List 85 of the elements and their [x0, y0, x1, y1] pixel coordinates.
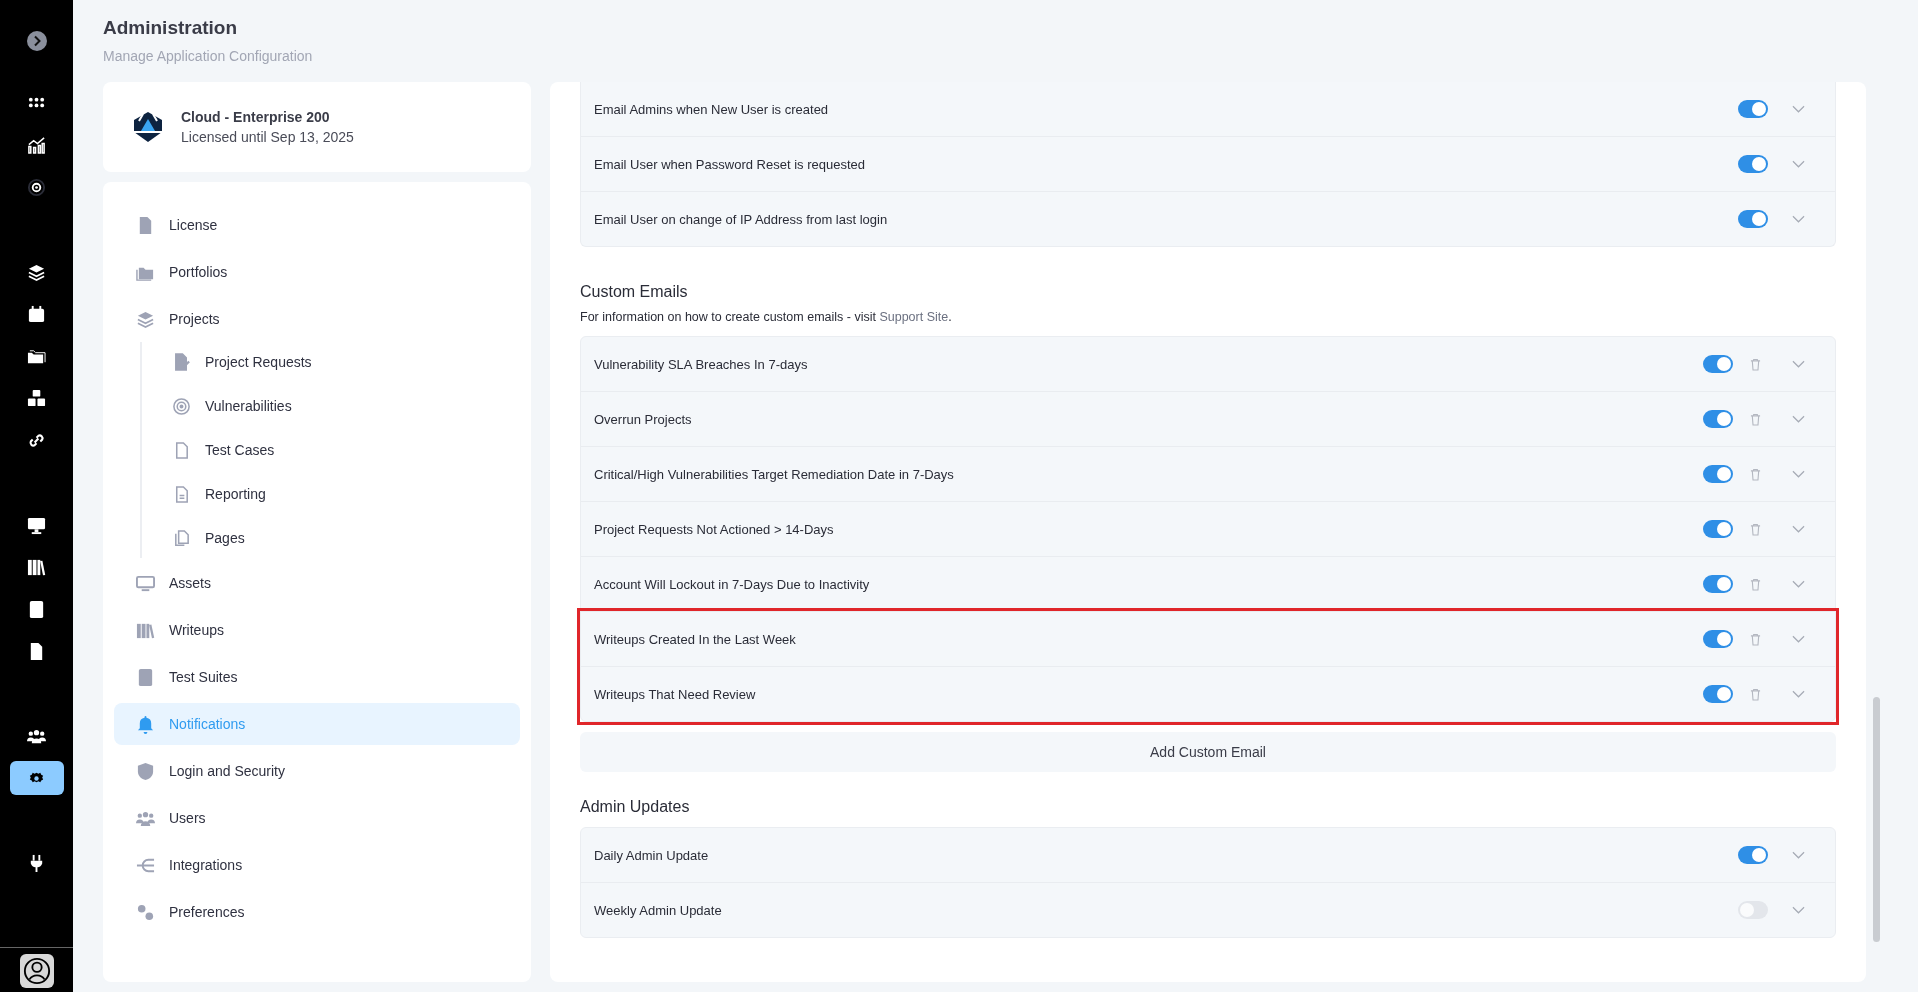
setting-label: Email User on change of IP Address from last login [594, 211, 889, 227]
nav-subitem[interactable]: Reporting [156, 474, 520, 514]
trash-icon[interactable] [1750, 522, 1761, 536]
nav-item[interactable]: Users [114, 797, 520, 839]
setting-label: Daily Admin Update [594, 847, 710, 863]
toggle-switch[interactable] [1738, 846, 1768, 864]
chevron-down-icon[interactable] [1792, 215, 1805, 223]
chart-icon[interactable] [27, 135, 46, 155]
nav-subitem[interactable]: Test Cases [156, 430, 520, 470]
setting-label: Weekly Admin Update [594, 902, 723, 918]
custom-email-label: Account Will Lockout in 7-Days Due to Inactivity [594, 576, 871, 592]
toggle-switch[interactable] [1703, 520, 1733, 538]
bell-icon [136, 714, 155, 734]
custom-email-label: Overrun Projects [594, 411, 693, 427]
nav-item[interactable]: Portfolios [114, 251, 520, 293]
selected-rail-button[interactable] [9, 761, 64, 795]
nav-subitem[interactable]: Project Requests [156, 342, 520, 382]
custom-email-label: Project Requests Not Actioned > 14-Days [594, 521, 835, 537]
license-plan: Cloud - Enterprise 200 [181, 109, 331, 125]
license-expiry: Licensed until Sep 13, 2025 [181, 129, 354, 145]
chevron-down-icon[interactable] [1792, 580, 1805, 588]
nav-item[interactable]: Projects [114, 298, 520, 340]
nav-item[interactable]: Assets [114, 562, 520, 604]
nav-item[interactable]: Preferences [114, 891, 520, 933]
nav-item[interactable]: License [114, 204, 520, 246]
chevron-down-icon[interactable] [1792, 635, 1805, 643]
trash-icon[interactable] [1750, 687, 1761, 701]
trash-icon[interactable] [1750, 632, 1761, 646]
section-title: Custom Emails [580, 283, 689, 301]
toggle-switch[interactable] [1738, 210, 1768, 228]
calendar-icon[interactable] [27, 304, 46, 324]
logo-icon [132, 111, 164, 143]
nav-subitem[interactable]: Vulnerabilities [156, 386, 520, 426]
custom-email-label: Writeups That Need Review [594, 686, 757, 702]
chevron-down-icon[interactable] [1792, 160, 1805, 168]
monitor-icon [136, 573, 155, 593]
document-edit-icon [172, 352, 191, 372]
toggle-switch[interactable] [1703, 685, 1733, 703]
toggle-switch[interactable] [1738, 155, 1768, 173]
chevron-down-icon[interactable] [1792, 415, 1805, 423]
target-icon [172, 396, 191, 416]
nav-item[interactable]: Test Suites [114, 656, 520, 698]
layers-icon[interactable] [27, 262, 46, 282]
book-icon [136, 667, 155, 687]
layers-icon [136, 309, 155, 329]
chevron-down-icon[interactable] [1792, 851, 1805, 859]
shield-icon [136, 761, 155, 781]
toggle-switch[interactable] [1738, 100, 1768, 118]
custom-email-label: Vulnerability SLA Breaches In 7-days [594, 356, 809, 372]
nav-subitem[interactable]: Pages [156, 518, 520, 558]
section-note: For information on how to create custom emails - visit Support Site. [580, 310, 953, 324]
trash-icon[interactable] [1750, 357, 1761, 371]
trash-icon[interactable] [1750, 577, 1761, 591]
add-custom-email-button[interactable]: Add Custom Email [580, 732, 1836, 772]
cubes-icon[interactable] [27, 388, 46, 408]
chevron-down-icon[interactable] [1792, 906, 1805, 914]
page-title: Administration [103, 17, 239, 39]
book-icon[interactable] [27, 599, 46, 619]
chevron-down-icon[interactable] [1792, 105, 1805, 113]
section-title: Admin Updates [580, 798, 691, 816]
nav-item[interactable]: Writeups [114, 609, 520, 651]
user-avatar[interactable] [19, 954, 54, 988]
chevron-down-icon[interactable] [1792, 525, 1805, 533]
chevron-down-icon[interactable] [1792, 470, 1805, 478]
monitor-icon[interactable] [27, 515, 46, 535]
nav-item[interactable]: Login and Security [114, 750, 520, 792]
nav-item[interactable]: Integrations [114, 844, 520, 886]
custom-email-label: Writeups Created In the Last Week [594, 631, 797, 647]
books-icon[interactable] [27, 557, 46, 577]
toggle-switch[interactable] [1703, 465, 1733, 483]
custom-email-label: Critical/High Vulnerabilities Target Remediation Date in 7-Days [594, 466, 955, 482]
trash-icon[interactable] [1750, 467, 1761, 481]
setting-label: Email Admins when New User is created [594, 101, 830, 117]
expand-icon[interactable] [26, 31, 47, 51]
toggle-switch[interactable] [1703, 575, 1733, 593]
setting-label: Email User when Password Reset is requested [594, 156, 866, 172]
chevron-down-icon[interactable] [1792, 360, 1805, 368]
toggle-switch[interactable] [1703, 630, 1733, 648]
chevron-down-icon[interactable] [1792, 690, 1805, 698]
pages-icon [172, 528, 191, 548]
target-icon[interactable] [27, 177, 46, 197]
toggle-switch[interactable] [1703, 410, 1733, 428]
trash-icon[interactable] [1750, 412, 1761, 426]
toggle-switch[interactable] [1703, 355, 1733, 373]
page-subtitle: Manage Application Configuration [103, 48, 314, 64]
